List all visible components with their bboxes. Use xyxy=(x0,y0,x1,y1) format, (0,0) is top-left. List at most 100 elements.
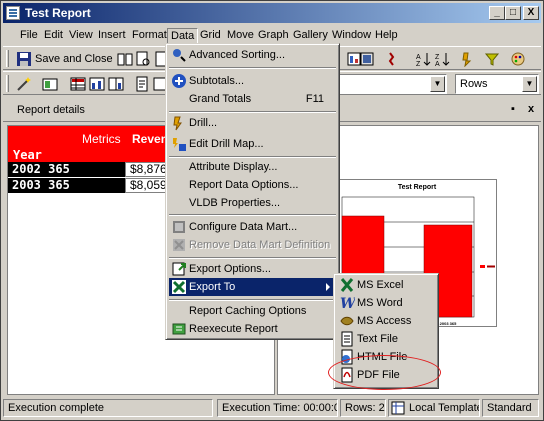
menu-graph[interactable]: Graph xyxy=(255,28,292,44)
formula-icon[interactable] xyxy=(381,50,399,68)
menu-grid[interactable]: Grid xyxy=(197,28,224,44)
close-details-button[interactable]: x xyxy=(523,102,539,117)
menu-separator xyxy=(169,67,336,69)
window-title: Test Report xyxy=(25,6,91,20)
revenue-cell[interactable]: $8,876 xyxy=(125,162,169,177)
toolbar-grip[interactable] xyxy=(6,50,9,67)
close-button[interactable]: X xyxy=(523,6,539,20)
title-bar[interactable]: Test Report _ □ X xyxy=(3,3,541,23)
menu-item-grand-totals[interactable]: Grand Totals F11 xyxy=(169,90,336,108)
sort-descending-icon[interactable]: ZA xyxy=(433,50,451,68)
menu-gallery[interactable]: Gallery xyxy=(290,28,331,44)
submenu-arrow-icon xyxy=(326,283,330,291)
metrics-header[interactable]: Metrics xyxy=(82,132,121,146)
submenu-item-ms-access[interactable]: MS Access xyxy=(337,312,435,330)
chevron-down-icon[interactable]: ▼ xyxy=(522,76,537,92)
svg-text:Z: Z xyxy=(435,54,440,61)
menu-help[interactable]: Help xyxy=(372,28,401,44)
minimize-button[interactable]: _ xyxy=(489,6,505,20)
pin-icon[interactable]: ▪ xyxy=(505,102,521,117)
color-palette-icon[interactable] xyxy=(509,50,527,68)
excel-icon xyxy=(172,280,186,294)
report-app-icon xyxy=(6,6,20,20)
year-cell[interactable]: 2003 365 xyxy=(8,178,125,193)
wizard-icon[interactable] xyxy=(15,75,33,93)
filter-icon[interactable] xyxy=(483,50,501,68)
status-message: Execution complete xyxy=(3,399,213,417)
drill-toolbar-icon[interactable] xyxy=(459,50,477,68)
table-row: 2003 365 $8,059 xyxy=(8,178,169,193)
table-row: 2002 365 $8,876 xyxy=(8,162,169,177)
toolbar-grip-2[interactable] xyxy=(6,75,9,92)
maximize-button[interactable]: □ xyxy=(505,6,521,20)
menu-view[interactable]: View xyxy=(66,28,96,44)
print-preview-icon[interactable] xyxy=(134,50,152,68)
template-icon xyxy=(391,401,405,415)
template-status: Local Template xyxy=(388,399,480,417)
export-options-icon xyxy=(172,262,186,276)
dataset-icon[interactable] xyxy=(358,50,376,68)
menu-item-configure-data-mart[interactable]: Configure Data Mart... xyxy=(169,218,336,236)
pdf-highlight-circle xyxy=(328,355,441,390)
sort-ascending-icon[interactable]: AZ xyxy=(414,50,432,68)
legend-swatch xyxy=(480,265,485,268)
chevron-down-icon[interactable]: ▼ xyxy=(430,76,445,92)
year-header[interactable]: Year xyxy=(13,148,42,162)
x-tick-label: 2003 365 xyxy=(440,321,457,326)
menu-file[interactable]: File xyxy=(17,28,41,44)
grid-graph-view-icon[interactable] xyxy=(107,75,125,93)
menu-item-remove-data-mart: Remove Data Mart Definition xyxy=(169,236,336,254)
menu-bar: File Edit View Insert Format Data Grid M… xyxy=(3,25,541,45)
menu-item-export-options[interactable]: Export Options... xyxy=(169,260,336,278)
menu-item-vldb-properties[interactable]: VLDB Properties... xyxy=(169,194,336,212)
legend-text xyxy=(487,265,495,268)
sort-icon xyxy=(173,49,186,62)
menu-data[interactable]: Data xyxy=(167,28,199,44)
book-icon[interactable] xyxy=(116,50,134,68)
grid-view-icon[interactable] xyxy=(69,75,87,93)
rows-combo[interactable]: Rows ▼ xyxy=(455,74,539,94)
menu-format[interactable]: Format xyxy=(129,28,170,44)
graph-view-icon[interactable] xyxy=(88,75,106,93)
submenu-item-ms-excel[interactable]: MS Excel xyxy=(337,276,435,294)
menu-item-attribute-display[interactable]: Attribute Display... xyxy=(169,158,336,176)
font-combo[interactable]: ▼ xyxy=(339,74,447,94)
menu-separator xyxy=(169,111,336,113)
template-label: Local Template xyxy=(409,402,480,414)
menu-item-drill[interactable]: Drill... xyxy=(169,114,336,132)
mode-status: Standard xyxy=(482,399,539,417)
row-count: Rows: 2 xyxy=(340,399,386,417)
data-mart-icon xyxy=(173,221,185,233)
data-menu: Advanced Sorting... Subtotals... Grand T… xyxy=(165,43,340,340)
menu-window[interactable]: Window xyxy=(329,28,374,44)
menu-separator xyxy=(169,257,336,259)
report-window: Test Report _ □ X File Edit View Insert … xyxy=(0,0,544,421)
menu-edit[interactable]: Edit xyxy=(41,28,66,44)
object-browser-icon[interactable] xyxy=(41,75,59,93)
reexecute-icon xyxy=(172,323,186,335)
revenue-cell[interactable]: $8,059 xyxy=(125,178,169,193)
revenue-header[interactable]: Reven xyxy=(132,132,168,146)
menu-item-report-data-options[interactable]: Report Data Options... xyxy=(169,176,336,194)
year-cell[interactable]: 2002 365 xyxy=(8,162,125,177)
menu-item-report-caching-options[interactable]: Report Caching Options xyxy=(169,302,336,320)
menu-item-reexecute-report[interactable]: Reexecute Report xyxy=(169,320,336,338)
status-bar: Execution complete Execution Time: 00:00… xyxy=(3,398,541,418)
excel-icon xyxy=(340,278,354,292)
menu-item-subtotals[interactable]: Subtotals... xyxy=(169,72,336,90)
menu-item-advanced-sorting[interactable]: Advanced Sorting... xyxy=(169,46,336,64)
drill-map-icon xyxy=(173,138,186,151)
menu-item-export-to[interactable]: Export To xyxy=(169,278,336,296)
submenu-item-text-file[interactable]: Text File xyxy=(337,330,435,348)
menu-item-edit-drill-map[interactable]: Edit Drill Map... xyxy=(169,135,336,153)
menu-separator xyxy=(169,299,336,301)
menu-move[interactable]: Move xyxy=(224,28,257,44)
rows-combo-value: Rows xyxy=(460,78,488,90)
grand-totals-shortcut: F11 xyxy=(305,93,324,105)
save-icon[interactable] xyxy=(15,50,33,68)
submenu-item-ms-word[interactable]: W MS Word xyxy=(337,294,435,312)
save-and-close-label[interactable]: Save and Close xyxy=(35,53,113,65)
sql-view-icon[interactable] xyxy=(133,75,151,93)
menu-insert[interactable]: Insert xyxy=(95,28,129,44)
report-details-label[interactable]: Report details xyxy=(17,104,85,116)
